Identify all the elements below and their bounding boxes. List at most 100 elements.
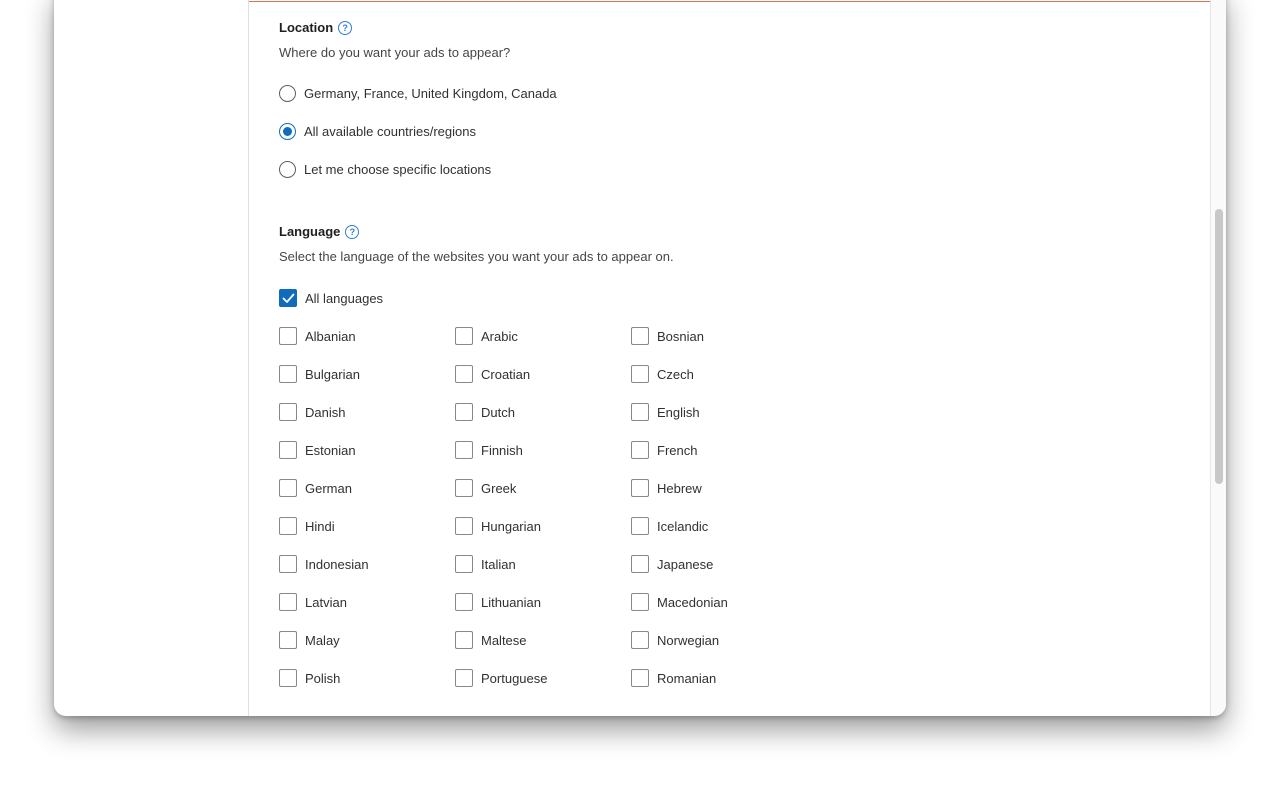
radio-button[interactable] (279, 123, 296, 140)
checkbox-label: Malay (305, 632, 340, 648)
help-icon[interactable]: ? (345, 224, 360, 239)
language-checkbox-row[interactable]: Greek (455, 479, 516, 497)
language-checkbox[interactable] (279, 365, 297, 383)
language-checkbox[interactable] (279, 403, 297, 421)
language-checkbox[interactable] (631, 517, 649, 535)
language-checkbox-row[interactable]: Hindi (279, 517, 335, 535)
checkbox-label: Dutch (481, 404, 515, 420)
language-checkbox-row[interactable]: Czech (631, 365, 694, 383)
language-checkbox-row[interactable]: Dutch (455, 403, 515, 421)
language-checkbox[interactable] (631, 479, 649, 497)
language-checkbox[interactable] (455, 403, 473, 421)
language-checkbox-row[interactable]: Macedonian (631, 593, 728, 611)
checkbox-label: Bulgarian (305, 366, 360, 382)
checkbox-label: Maltese (481, 632, 527, 648)
language-checkbox-row[interactable]: Estonian (279, 441, 356, 459)
radio-label: Let me choose specific locations (304, 162, 492, 177)
help-icon[interactable]: ? (338, 20, 353, 35)
language-checkbox-row[interactable]: Icelandic (631, 517, 708, 535)
language-checkbox[interactable] (631, 669, 649, 687)
language-checkbox-row[interactable]: Norwegian (631, 631, 719, 649)
language-section-title: Language ? (279, 224, 360, 239)
location-option-specific[interactable]: Let me choose specific locations (279, 161, 491, 178)
language-checkbox-row[interactable]: Italian (455, 555, 516, 573)
radio-button[interactable] (279, 161, 296, 178)
checkbox-label: Macedonian (657, 594, 728, 610)
location-section-title: Location ? (279, 20, 353, 35)
scrollbar-thumb[interactable] (1215, 209, 1223, 484)
language-checkbox-row[interactable]: Lithuanian (455, 593, 541, 611)
language-checkbox[interactable] (455, 593, 473, 611)
language-checkbox[interactable] (631, 403, 649, 421)
language-checkbox[interactable] (279, 669, 297, 687)
checkbox-label: Romanian (657, 670, 717, 686)
language-checkbox-row[interactable]: Bulgarian (279, 365, 360, 383)
language-checkbox-row[interactable]: Romanian (631, 669, 716, 687)
checkbox-label: Arabic (481, 328, 518, 344)
language-checkbox[interactable] (279, 327, 297, 345)
language-checkbox[interactable] (455, 365, 473, 383)
language-checkbox[interactable] (455, 631, 473, 649)
checkbox-label: Hungarian (481, 518, 541, 534)
language-checkbox-row[interactable]: Indonesian (279, 555, 369, 573)
language-checkbox[interactable] (455, 327, 473, 345)
language-checkbox-row[interactable]: French (631, 441, 697, 459)
all-languages-checkbox[interactable] (279, 289, 297, 307)
language-checkbox-row[interactable]: Croatian (455, 365, 530, 383)
language-checkbox[interactable] (279, 631, 297, 649)
radio-button[interactable] (279, 85, 296, 102)
checkbox-label: Danish (305, 404, 346, 420)
language-checkbox[interactable] (279, 479, 297, 497)
language-checkbox[interactable] (455, 441, 473, 459)
language-checkbox[interactable] (631, 593, 649, 611)
checkbox-label: Icelandic (657, 518, 709, 534)
language-checkbox-row[interactable]: German (279, 479, 352, 497)
language-checkbox[interactable] (279, 441, 297, 459)
header-bottom-border (248, 0, 1226, 2)
language-checkbox[interactable] (279, 593, 297, 611)
language-checkbox-row[interactable]: Japanese (631, 555, 713, 573)
language-checkbox[interactable] (279, 555, 297, 573)
language-checkbox[interactable] (455, 479, 473, 497)
language-checkbox[interactable] (455, 669, 473, 687)
checkbox-label: Japanese (657, 556, 714, 572)
checkbox-label: Hebrew (657, 480, 702, 496)
scrollbar-track[interactable] (1210, 0, 1226, 716)
all-languages-checkbox-row[interactable]: All languages (279, 289, 383, 307)
language-checkbox[interactable] (631, 631, 649, 649)
language-checkbox-row[interactable]: Maltese (455, 631, 527, 649)
language-checkbox-row[interactable]: Hebrew (631, 479, 702, 497)
checkbox-label: Latvian (305, 594, 347, 610)
checkbox-label: Albanian (305, 328, 356, 344)
location-title-text: Location (279, 20, 334, 35)
checkbox-label: French (657, 442, 698, 458)
language-checkbox[interactable] (631, 555, 649, 573)
language-checkbox[interactable] (455, 517, 473, 535)
language-checkbox-row[interactable]: Polish (279, 669, 340, 687)
language-checkbox[interactable] (631, 441, 649, 459)
checkbox-label: Hindi (305, 518, 335, 534)
left-panel-divider (248, 0, 249, 716)
language-checkbox-row[interactable]: Malay (279, 631, 340, 649)
language-checkbox-row[interactable]: Latvian (279, 593, 347, 611)
language-checkbox[interactable] (631, 327, 649, 345)
language-checkbox-row[interactable]: Albanian (279, 327, 356, 345)
checkbox-label: Italian (481, 556, 516, 572)
language-checkbox[interactable] (279, 517, 297, 535)
language-checkbox-row[interactable]: Arabic (455, 327, 518, 345)
language-checkbox[interactable] (455, 555, 473, 573)
language-checkbox-row[interactable]: English (631, 403, 700, 421)
language-checkbox-row[interactable]: Danish (279, 403, 345, 421)
language-checkbox-row[interactable]: Finnish (455, 441, 523, 459)
checkmark-icon (282, 293, 295, 303)
language-checkbox-row[interactable]: Bosnian (631, 327, 704, 345)
location-option-all[interactable]: All available countries/regions (279, 123, 476, 140)
checkbox-label: Norwegian (657, 632, 720, 648)
language-checkbox[interactable] (631, 365, 649, 383)
checkbox-label: Lithuanian (481, 594, 541, 610)
location-description: Where do you want your ads to appear? (279, 45, 511, 60)
checkbox-label: English (657, 404, 700, 420)
language-checkbox-row[interactable]: Portuguese (455, 669, 548, 687)
language-checkbox-row[interactable]: Hungarian (455, 517, 541, 535)
location-option-preset[interactable]: Germany, France, United Kingdom, Canada (279, 85, 557, 102)
